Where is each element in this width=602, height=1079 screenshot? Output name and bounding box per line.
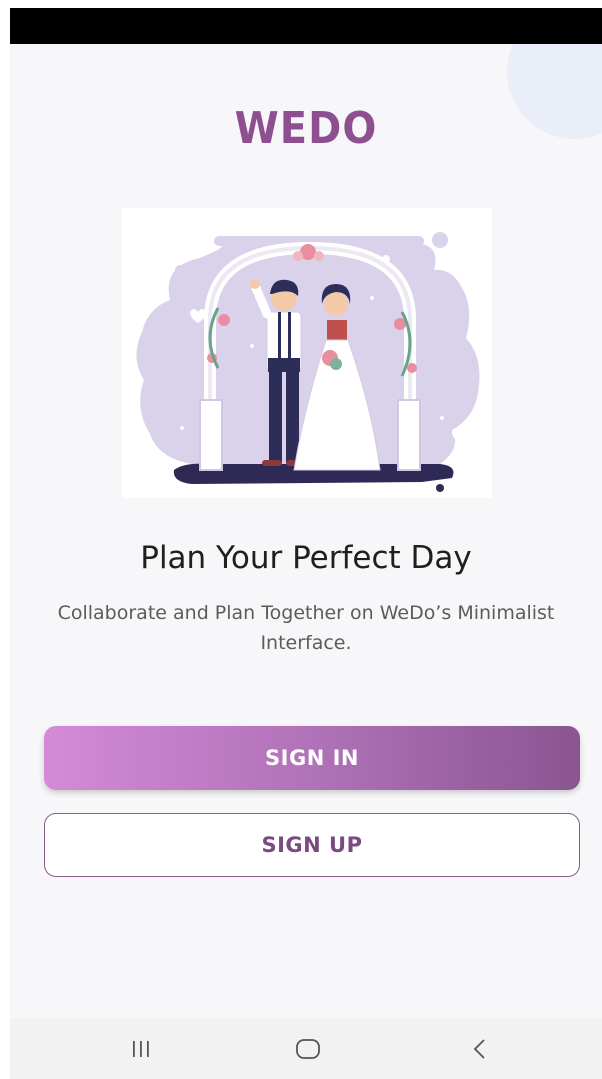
recent-apps-icon[interactable] bbox=[126, 1036, 156, 1062]
phone-screen: WEDO Plan Your Perfect Day Collaborate a… bbox=[0, 0, 602, 1079]
sign-in-button[interactable]: SIGN IN bbox=[44, 726, 580, 790]
home-icon[interactable] bbox=[293, 1036, 323, 1062]
left-edge bbox=[0, 0, 10, 1079]
left-pillar bbox=[199, 399, 223, 471]
headline: Plan Your Perfect Day bbox=[140, 540, 472, 576]
status-bar bbox=[10, 8, 602, 44]
right-pillar bbox=[397, 399, 421, 471]
sign-up-button[interactable]: SIGN UP bbox=[44, 813, 580, 877]
back-icon[interactable] bbox=[465, 1036, 495, 1062]
system-navigation-bar bbox=[10, 1018, 602, 1079]
wedding-couple-illustration bbox=[122, 208, 492, 498]
app-logo: WEDO bbox=[234, 104, 378, 154]
subtitle: Collaborate and Plan Together on WeDo’s … bbox=[57, 602, 555, 654]
welcome-screen: WEDO Plan Your Perfect Day Collaborate a… bbox=[10, 44, 602, 1018]
